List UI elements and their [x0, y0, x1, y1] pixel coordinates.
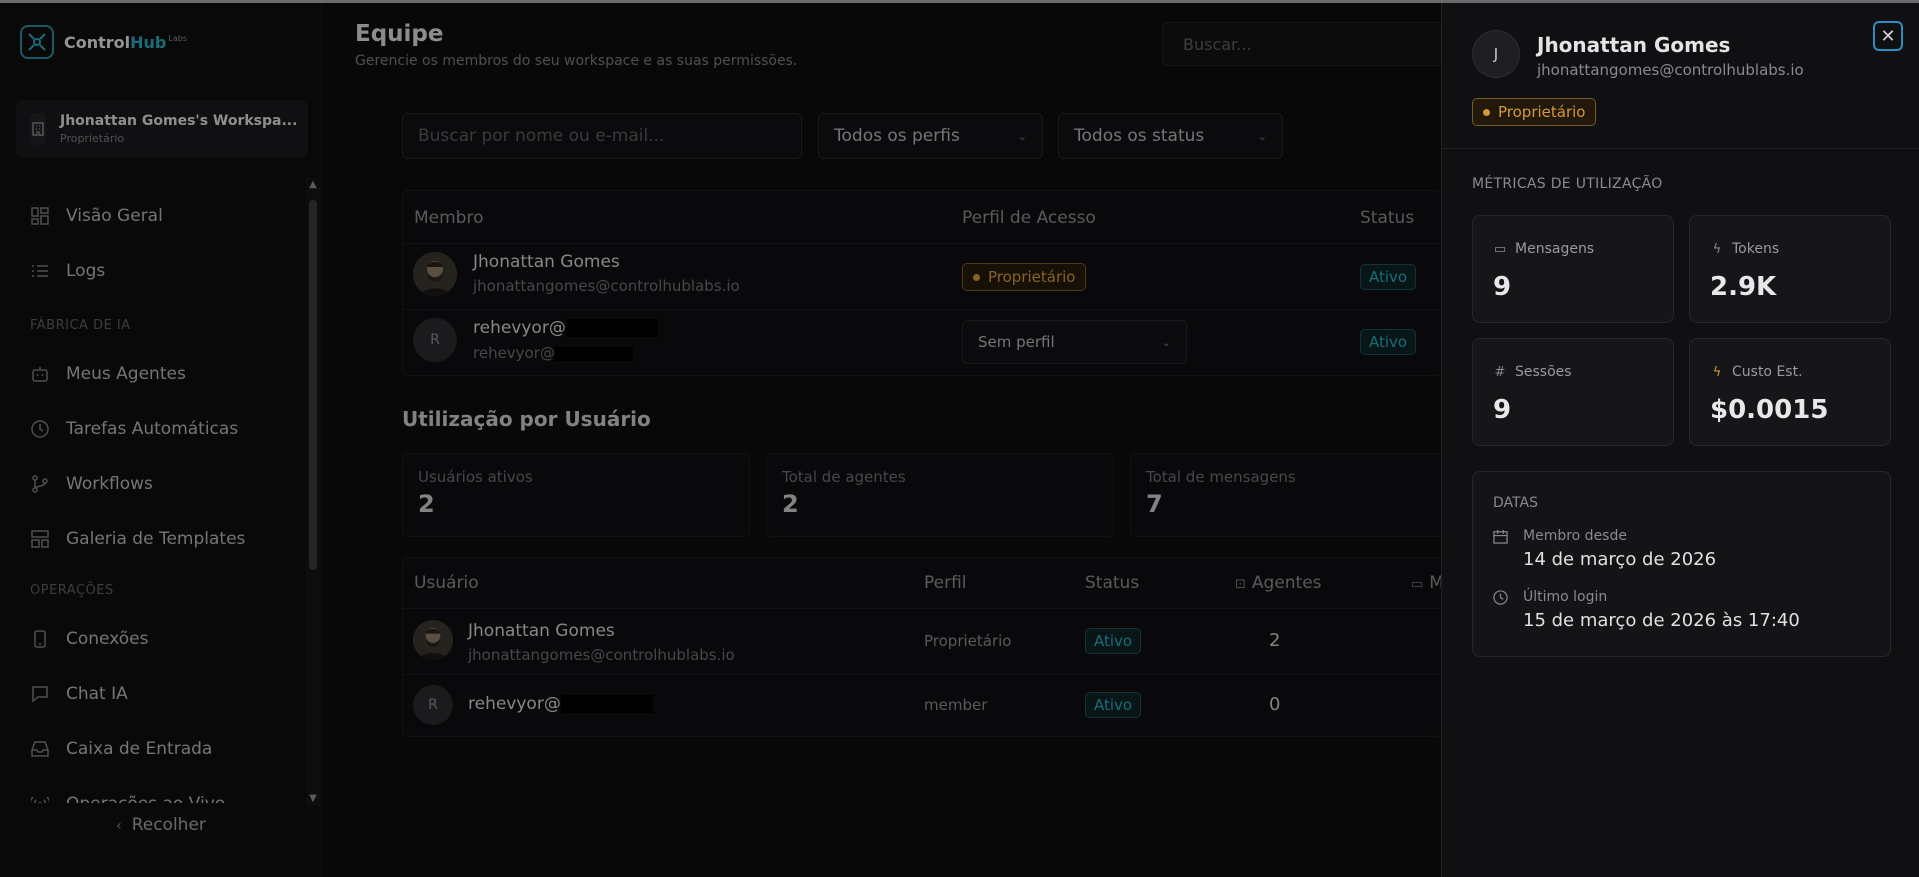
metric-card-sessions: # Sessões 9: [1472, 338, 1674, 446]
hash-icon: #: [1494, 364, 1506, 380]
metric-label: Tokens: [1732, 241, 1780, 257]
message-icon: ▭: [1493, 241, 1507, 257]
metric-value: 2.9K: [1710, 272, 1777, 302]
role-badge-owner: Proprietário: [1472, 98, 1597, 126]
date-row-last-login: Último login 15 de março de 2026 às 17:4…: [1493, 589, 1800, 631]
close-icon: ✕: [1880, 25, 1896, 47]
metric-card-messages: ▭ Mensagens 9: [1472, 215, 1674, 323]
dates-card: DATAS Membro desde 14 de março de 2026 Ú…: [1472, 471, 1891, 657]
lightning-icon: ϟ: [1712, 241, 1722, 257]
divider: [1442, 148, 1919, 149]
metric-value: 9: [1493, 272, 1512, 302]
member-details-drawer: ✕ J Jhonattan Gomes jhonattangomes@contr…: [1441, 3, 1919, 877]
drawer-member-name: Jhonattan Gomes: [1537, 33, 1731, 57]
dot-icon: [1483, 108, 1490, 116]
metric-card-cost: ϟ Custo Est. $0.0015: [1689, 338, 1891, 446]
metrics-section-title: MÉTRICAS DE UTILIZAÇÃO: [1472, 176, 1663, 192]
metric-value: $0.0015: [1710, 395, 1829, 425]
cost-lightning-icon: ϟ: [1712, 364, 1722, 380]
dates-section-title: DATAS: [1493, 495, 1538, 511]
role-badge-label: Proprietário: [1498, 103, 1586, 121]
clock-icon: [1493, 590, 1509, 606]
metric-value: 9: [1493, 395, 1512, 425]
avatar: J: [1472, 30, 1520, 78]
date-value: 15 de março de 2026 às 17:40: [1523, 610, 1800, 631]
calendar-icon: [1493, 529, 1509, 545]
date-label: Último login: [1523, 589, 1608, 605]
window-top-border: [0, 0, 1919, 3]
date-value: 14 de março de 2026: [1523, 549, 1717, 570]
date-label: Membro desde: [1523, 528, 1627, 544]
metric-label: Custo Est.: [1732, 364, 1803, 380]
drawer-member-email: jhonattangomes@controlhublabs.io: [1537, 61, 1804, 79]
close-button[interactable]: ✕: [1873, 21, 1903, 51]
metric-card-tokens: ϟ Tokens 2.9K: [1689, 215, 1891, 323]
metric-label: Sessões: [1515, 364, 1572, 380]
metric-label: Mensagens: [1515, 241, 1595, 257]
modal-backdrop[interactable]: [0, 3, 1441, 877]
date-row-member-since: Membro desde 14 de março de 2026: [1493, 528, 1716, 570]
